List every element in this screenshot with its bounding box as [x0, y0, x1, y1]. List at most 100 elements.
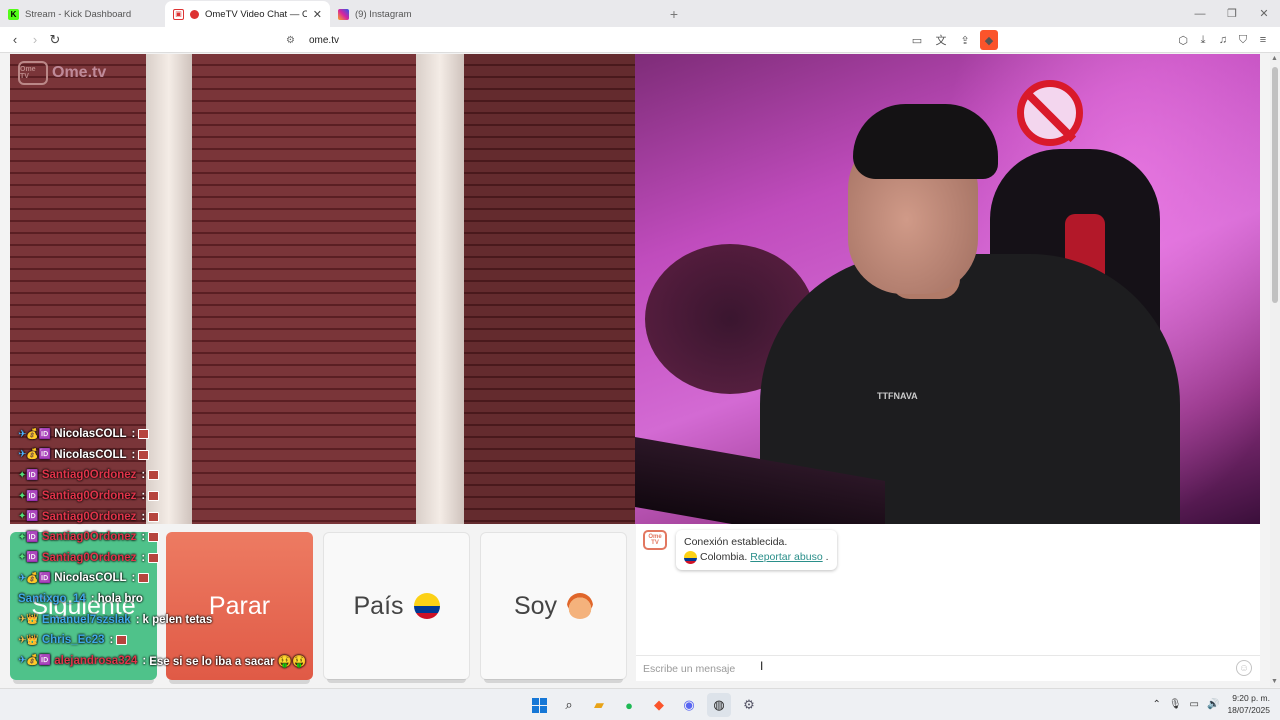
share-icon[interactable]: ⇪ — [956, 30, 974, 50]
reload-icon[interactable]: ↻ — [45, 30, 65, 50]
prohibition-sign — [1017, 80, 1083, 146]
chat-username: alejandrosa324 — [54, 654, 138, 667]
windows-taskbar: ⌕ ▰ ● ◆ ◉ ◍ ⚙ ⌃ 🎙 ▭ 🔊 9:20 p. m. 18/07/2… — [0, 688, 1280, 720]
search-icon[interactable]: ⌕ — [557, 693, 581, 717]
tab-title: (9) Instagram — [355, 8, 412, 20]
chat-overlay-line: ✦🆔 Santiag0Ordonez: — [18, 465, 338, 486]
chat-username: Santiag0Ordonez — [41, 469, 137, 482]
colombia-flag-icon — [684, 551, 697, 564]
menu-icon[interactable]: ≡ — [1254, 30, 1272, 50]
chat-message-text: Ese si se lo iba a sacar 🤑🤑 — [149, 655, 307, 668]
emote-icon — [138, 449, 150, 460]
stream-chat-overlay: ✈💰🆔 NicolasCOLL: ✈💰🆔 NicolasCOLL: ✦🆔 Santiag0… — [18, 424, 338, 671]
partner-country: Colombia. — [700, 551, 748, 563]
user-badges: ✈💰🆔 — [18, 449, 52, 461]
microphone-icon[interactable]: 🎙 — [1169, 699, 1182, 710]
volume-icon[interactable]: 🔊 — [1207, 699, 1219, 710]
recording-icon — [190, 9, 199, 19]
chat-overlay-line: Santixgo_14: hola bro — [18, 589, 338, 610]
emote-icon — [148, 491, 160, 502]
url-text: ome.tv — [308, 34, 339, 46]
file-explorer-icon[interactable]: ▰ — [587, 693, 611, 717]
user-badges: ✦🆔 — [18, 552, 39, 564]
chat-overlay-line: ✈💰🆔 alejandrosa324: Ese si se lo iba a sac… — [18, 651, 338, 672]
emote-icon — [138, 573, 150, 584]
chat-overlay-line: ✈👑 Emanuel7szslak: k pelen tetas — [18, 609, 338, 630]
chat-separator: : — [131, 572, 136, 585]
emoji-icon[interactable]: ☺ — [1236, 660, 1252, 676]
ometv-logo-mark: Ome TV — [18, 61, 48, 85]
system-message: Conexión establecida. Colombia. Reportar… — [676, 530, 837, 570]
browser-toolbar: ‹ › ↻ ⚙ ome.tv ▭ 文 ⇪ ◆ ⬡ ⤓ ♫ ⛉ ≡ — [0, 27, 1280, 53]
chat-username: Santiag0Ordonez — [41, 490, 137, 503]
emote-icon — [148, 511, 160, 522]
ometv-icon: ▣ — [173, 8, 184, 20]
user-badges: ✦🆔 — [18, 511, 39, 523]
page-scrollbar[interactable]: ▲ ▼ — [1270, 53, 1280, 687]
scroll-up-icon[interactable]: ▲ — [1271, 55, 1278, 62]
scroll-down-icon[interactable]: ▼ — [1271, 678, 1278, 685]
discord-icon[interactable]: ◉ — [677, 693, 701, 717]
brave-shields-icon[interactable]: ◆ — [980, 30, 998, 50]
settings-icon[interactable]: ⚙ — [737, 693, 761, 717]
minimize-icon[interactable]: — — [1184, 0, 1216, 27]
network-icon[interactable]: ▭ — [1190, 699, 1199, 710]
report-suffix: . — [825, 551, 829, 563]
gender-button[interactable]: Soy — [480, 532, 627, 683]
chat-overlay-line: ✈💰🆔 NicolasCOLL: — [18, 445, 338, 466]
text-cursor-icon: I — [760, 659, 764, 673]
browser-tab-bar: K Stream - Kick Dashboard ▣ OmeTV Video … — [0, 0, 1280, 27]
chat-separator: : — [131, 448, 136, 461]
emote-icon — [116, 635, 128, 646]
obs-icon[interactable]: ◍ — [707, 693, 731, 717]
tab-instagram[interactable]: (9) Instagram — [330, 1, 495, 27]
clock[interactable]: 9:20 p. m. 18/07/2025 — [1227, 692, 1270, 716]
gender-button-label: Soy — [513, 591, 558, 620]
restore-icon[interactable]: ❐ — [1216, 0, 1248, 27]
tray-chevron-icon[interactable]: ⌃ — [1152, 699, 1160, 710]
site-settings-icon[interactable]: ⚙ — [286, 35, 295, 46]
vpn-icon[interactable]: ⛉ — [1234, 30, 1252, 50]
back-icon[interactable]: ‹ — [5, 30, 25, 50]
ometv-system-avatar: Ome TV — [643, 530, 667, 550]
brave-logo-icon: ◆ — [980, 30, 998, 50]
start-icon[interactable] — [527, 693, 551, 717]
extensions-icon[interactable]: ⬡ — [1174, 30, 1192, 50]
translate-icon[interactable]: 文 — [932, 30, 950, 50]
chat-message-text: k pelen tetas — [142, 613, 213, 626]
ometv-logo-text: Ome.tv — [52, 64, 107, 81]
close-window-icon[interactable]: ✕ — [1248, 0, 1280, 27]
address-bar[interactable]: ⚙ ome.tv — [280, 30, 1000, 50]
window-controls: — ❐ ✕ — [1184, 0, 1280, 27]
tab-kick[interactable]: K Stream - Kick Dashboard — [0, 1, 165, 27]
tab-title: OmeTV Video Chat — Omeg — [205, 8, 307, 20]
report-abuse-link[interactable]: Reportar abuso — [750, 550, 822, 565]
emote-icon — [138, 429, 150, 440]
forward-icon[interactable]: › — [25, 30, 45, 50]
user-badges: ✦🆔 — [18, 469, 39, 481]
download-icon[interactable]: ⤓ — [1194, 30, 1212, 50]
chat-username: Santiag0Ordonez — [41, 531, 137, 544]
boy-avatar-icon — [567, 593, 594, 619]
shirt-logo: TTFNAVA — [877, 391, 918, 401]
chat-username: NicolasCOLL — [54, 572, 127, 585]
chat-separator: : — [142, 654, 147, 667]
brave-icon[interactable]: ◆ — [647, 693, 671, 717]
close-tab-icon[interactable]: ✕ — [313, 8, 322, 21]
colombia-flag-icon — [413, 593, 440, 619]
chat-overlay-line: ✈💰🆔 NicolasCOLL: — [18, 424, 338, 445]
message-input[interactable] — [643, 662, 1223, 675]
chat-username: Santixgo_14 — [18, 593, 86, 606]
tab-ometv[interactable]: ▣ OmeTV Video Chat — Omeg ✕ — [165, 1, 330, 27]
media-icon[interactable]: ♫ — [1214, 30, 1232, 50]
chat-separator: : — [109, 634, 114, 647]
scrollbar-thumb[interactable] — [1272, 67, 1278, 303]
chat-overlay-line: ✦🆔 Santiag0Ordonez: — [18, 506, 338, 527]
chat-username: NicolasCOLL — [54, 448, 127, 461]
spotify-icon[interactable]: ● — [617, 693, 641, 717]
new-tab-button[interactable]: + — [663, 1, 685, 27]
connection-status: Conexión establecida. — [684, 536, 788, 548]
cast-icon[interactable]: ▭ — [908, 30, 926, 50]
user-badges: ✦🆔 — [18, 531, 39, 543]
country-button[interactable]: País — [323, 532, 470, 683]
